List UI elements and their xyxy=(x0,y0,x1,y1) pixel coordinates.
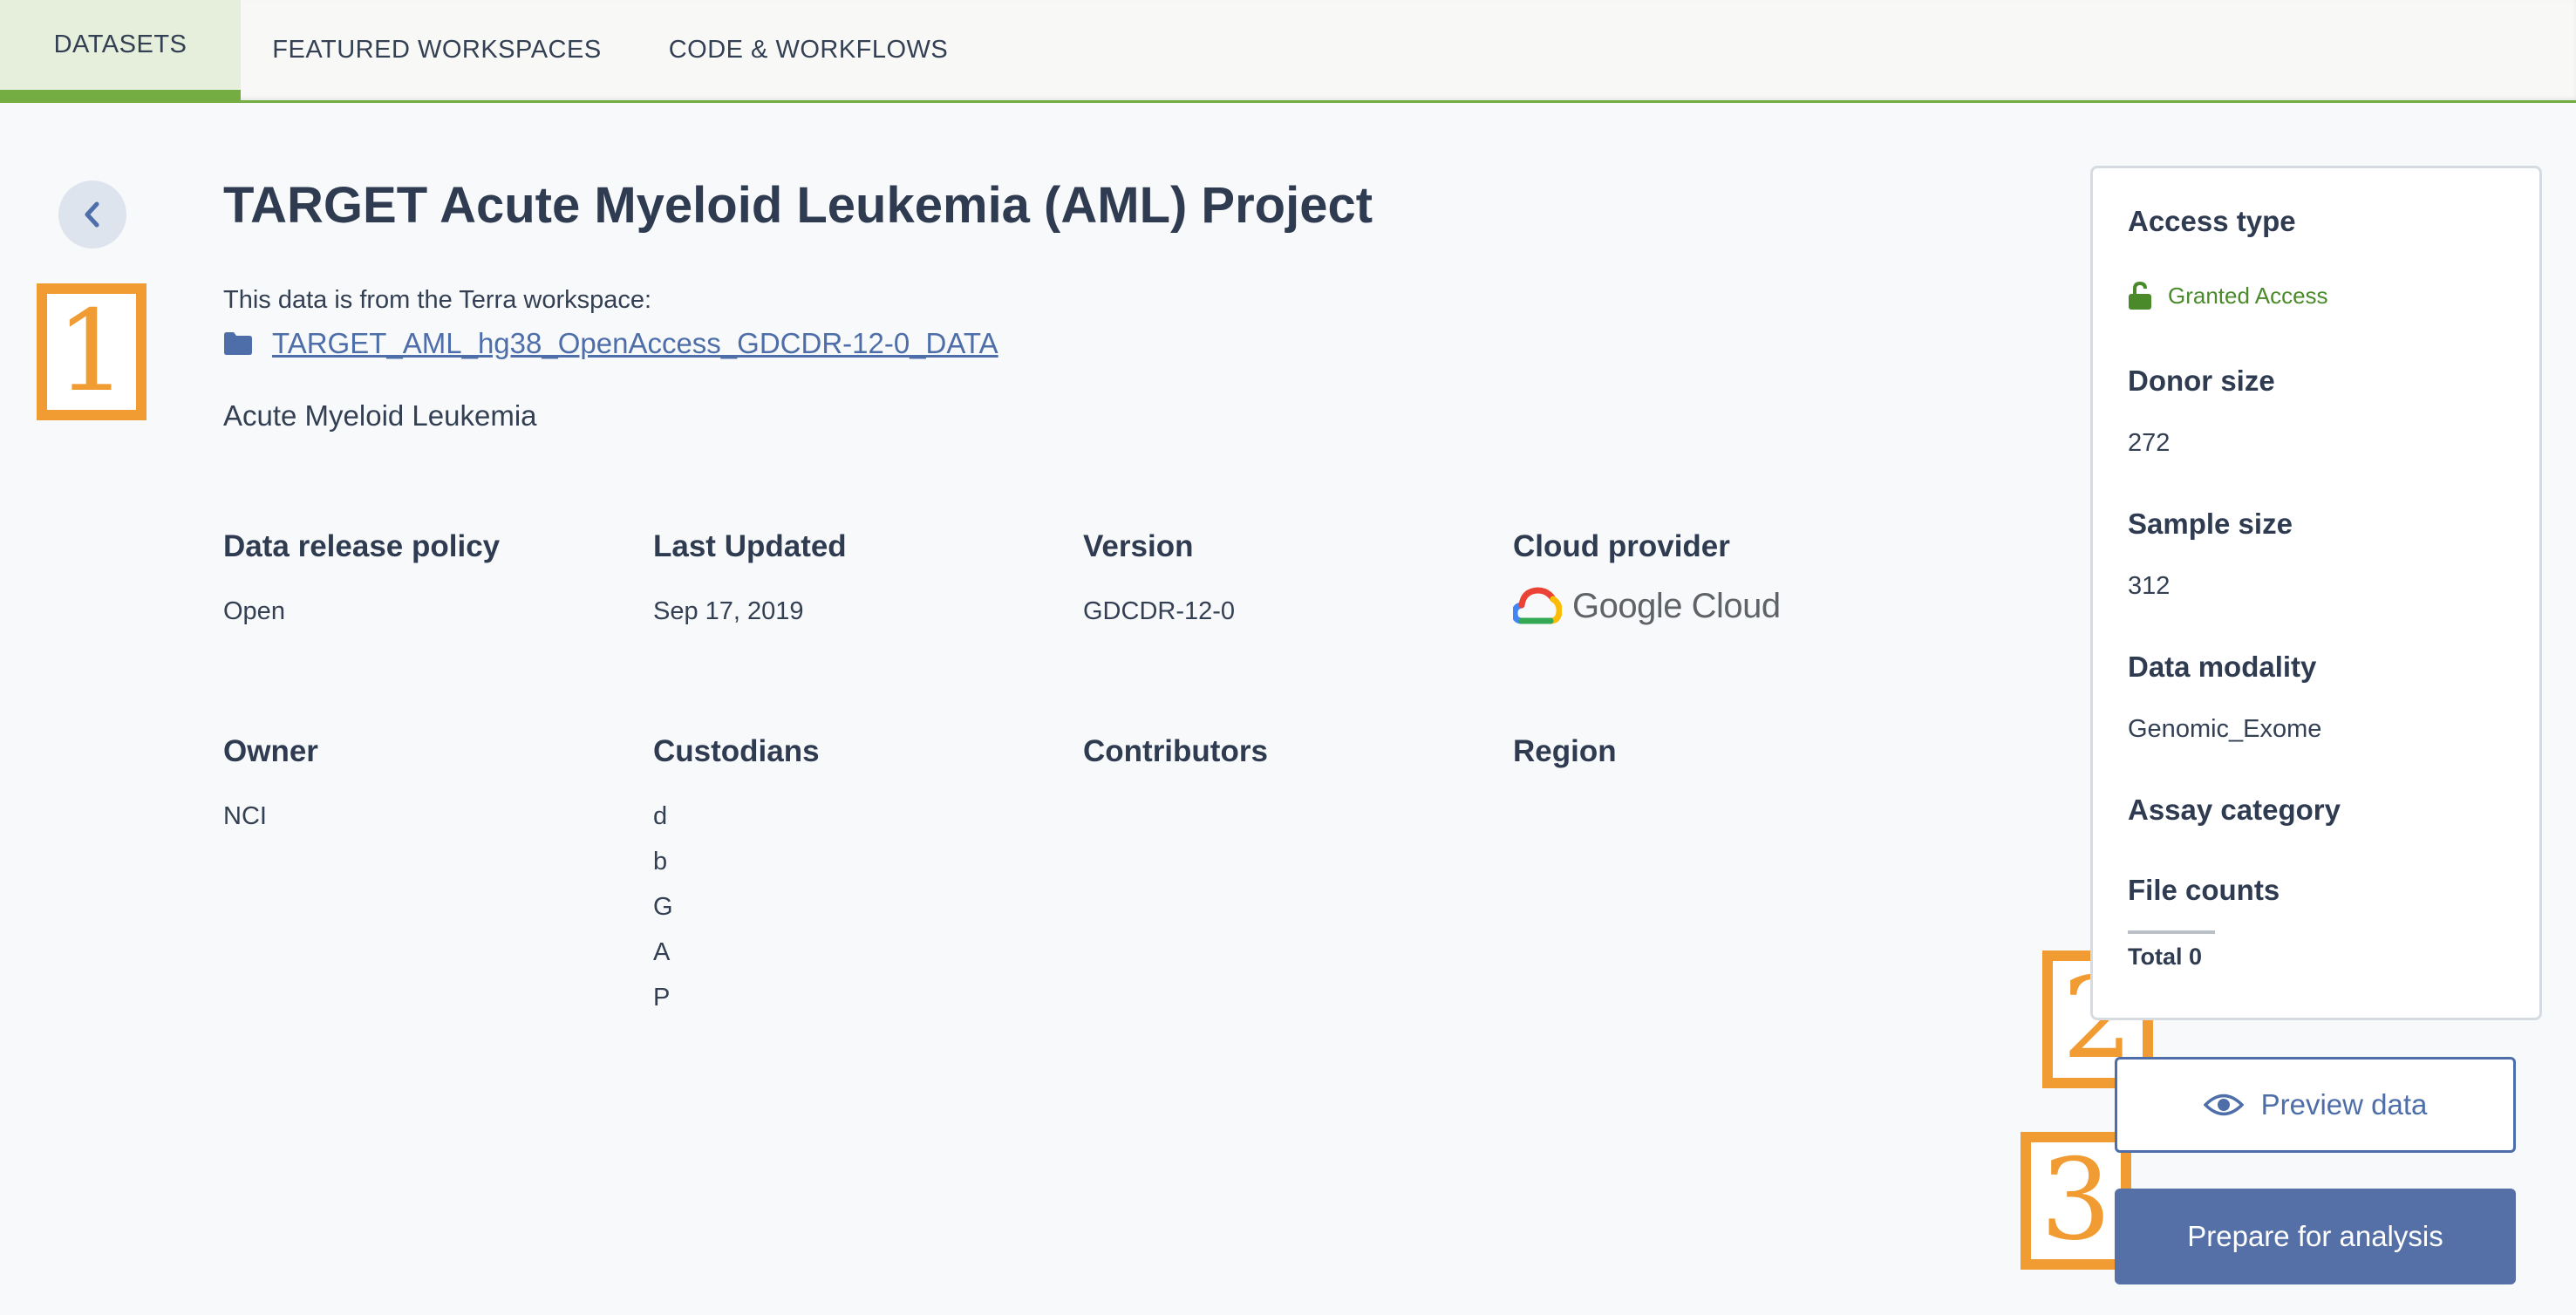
data-modality-value: Genomic_Exome xyxy=(2128,715,2322,743)
owner-value: NCI xyxy=(223,802,267,830)
version-label: Version xyxy=(1083,529,1194,563)
workspace-link[interactable]: TARGET_AML_hg38_OpenAccess_GDCDR-12-0_DA… xyxy=(223,327,998,360)
cloud-provider-label: Cloud provider xyxy=(1513,529,1730,563)
file-counts-label: File counts xyxy=(2128,874,2280,906)
folder-icon xyxy=(224,332,252,355)
custodian-item: G xyxy=(653,893,673,921)
release-policy-label: Data release policy xyxy=(223,529,501,563)
preview-data-button[interactable]: Preview data xyxy=(2115,1057,2516,1153)
donor-size-label: Donor size xyxy=(2128,365,2275,397)
access-status: Granted Access xyxy=(2128,281,2328,310)
unlocked-padlock-icon xyxy=(2129,281,2151,310)
sample-size-label: Sample size xyxy=(2128,508,2293,540)
contributors-label: Contributors xyxy=(1083,734,1268,768)
chevron-left-icon xyxy=(85,201,99,228)
custodian-item: b xyxy=(653,848,668,876)
prepare-for-analysis-button[interactable]: Prepare for analysis xyxy=(2115,1189,2516,1284)
version-value: GDCDR-12-0 xyxy=(1083,597,1236,625)
google-cloud-logo: Google Cloud xyxy=(1513,586,1781,626)
custodian-item: P xyxy=(653,984,671,1012)
prepare-for-analysis-label: Prepare for analysis xyxy=(2187,1220,2443,1252)
access-type-label: Access type xyxy=(2128,205,2296,237)
custodians-label: Custodians xyxy=(653,734,820,768)
tab-datasets[interactable]: DATASETS xyxy=(0,0,241,100)
assay-category-label: Assay category xyxy=(2128,794,2341,826)
preview-data-label: Preview data xyxy=(2260,1088,2428,1121)
owner-label: Owner xyxy=(223,734,318,768)
data-modality-label: Data modality xyxy=(2128,651,2317,683)
donor-size-value: 272 xyxy=(2128,429,2171,457)
tab-code-workflows[interactable]: CODE & WORKFLOWS xyxy=(633,0,984,100)
eye-icon xyxy=(2203,1094,2244,1116)
last-updated-label: Last Updated xyxy=(653,529,847,563)
release-policy-value: Open xyxy=(223,597,285,625)
file-counts-divider xyxy=(2128,930,2215,934)
top-tab-bar: DATASETS FEATURED WORKSPACES CODE & WORK… xyxy=(0,0,2576,103)
custodian-item: A xyxy=(653,938,671,966)
google-cloud-logo-icon xyxy=(1513,587,1562,624)
workspace-source-label: This data is from the Terra workspace: xyxy=(223,286,652,314)
dataset-description: Acute Myeloid Leukemia xyxy=(223,399,537,432)
tab-featured-workspaces[interactable]: FEATURED WORKSPACES xyxy=(241,0,633,100)
back-button[interactable] xyxy=(58,181,126,249)
annotation-marker-1: 1 xyxy=(37,283,147,420)
workspace-link-text[interactable]: TARGET_AML_hg38_OpenAccess_GDCDR-12-0_DA… xyxy=(272,327,998,360)
region-label: Region xyxy=(1513,734,1617,768)
last-updated-value: Sep 17, 2019 xyxy=(653,597,804,625)
sample-size-value: 312 xyxy=(2128,572,2171,600)
page-title: TARGET Acute Myeloid Leukemia (AML) Proj… xyxy=(223,177,1373,234)
custodian-item: d xyxy=(653,802,668,830)
file-counts-total: Total 0 xyxy=(2128,944,2203,970)
cloud-provider-value: Google Cloud xyxy=(1572,586,1781,625)
access-type-value: Granted Access xyxy=(2168,282,2328,309)
